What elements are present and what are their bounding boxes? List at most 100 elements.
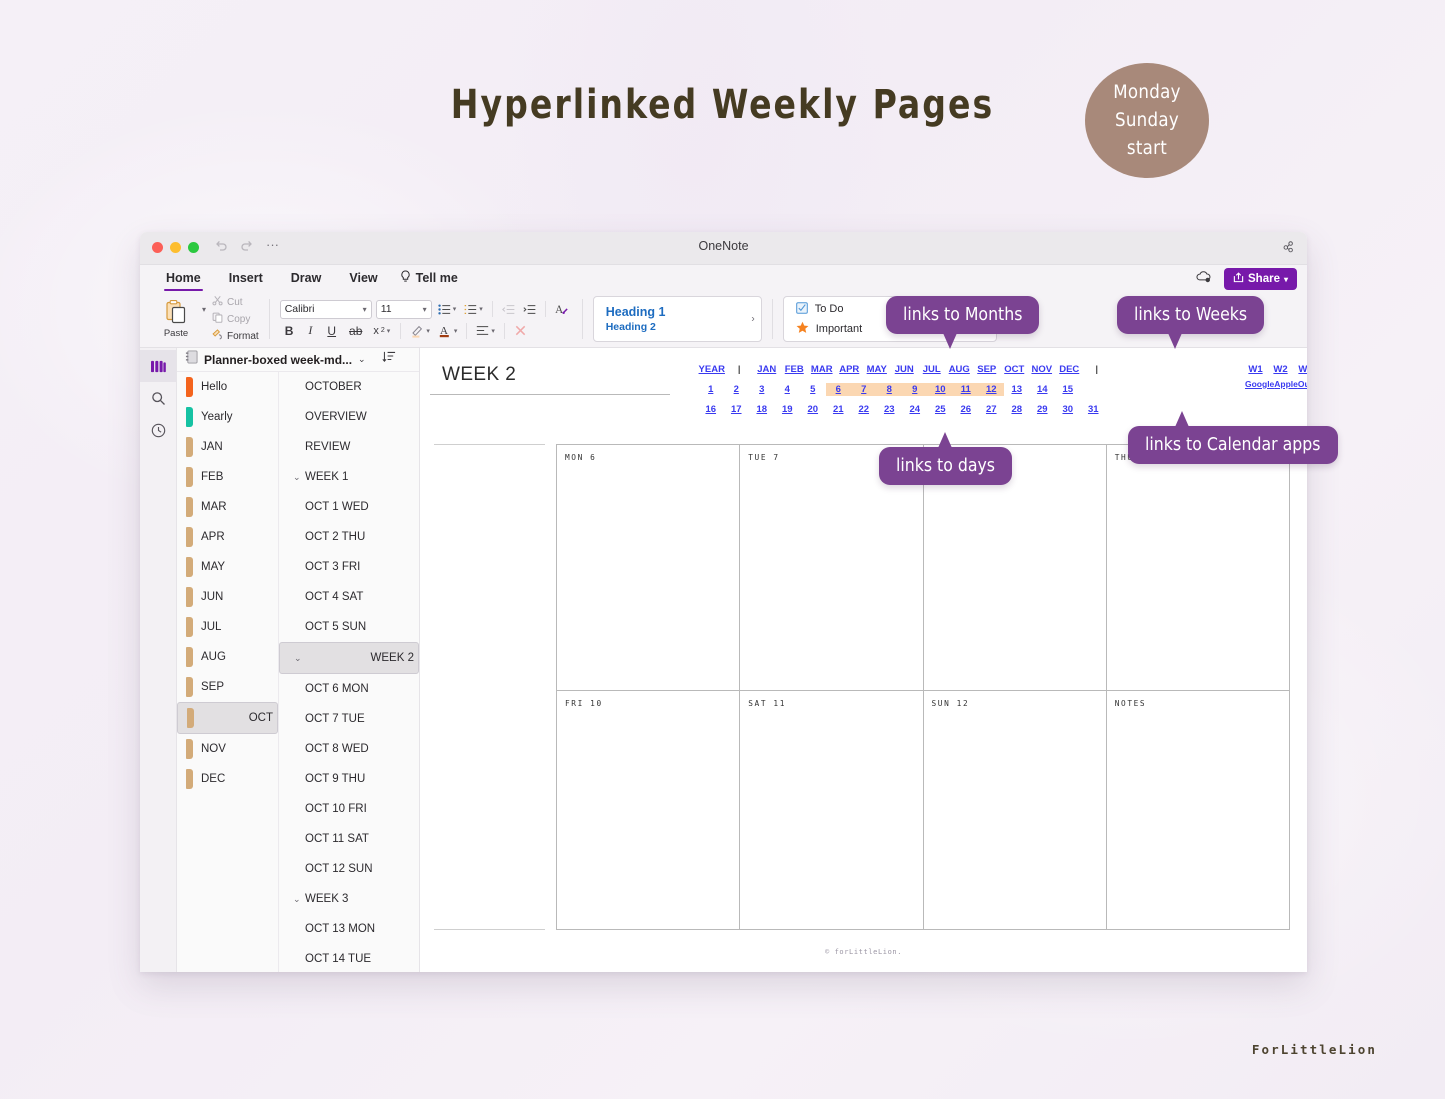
styles-gallery[interactable]: Heading 1 Heading 2 ›: [593, 296, 762, 342]
section-item[interactable]: SEP: [177, 672, 278, 702]
page-item[interactable]: OCT 14 TUE: [279, 944, 419, 972]
nav-month-link[interactable]: AUG: [946, 363, 974, 376]
nav-day-link[interactable]: 10: [928, 383, 954, 396]
section-item[interactable]: MAR: [177, 492, 278, 522]
nav-day-link[interactable]: 8: [877, 383, 903, 396]
tell-me-button[interactable]: Tell me: [392, 270, 458, 286]
nav-month-link[interactable]: YEAR: [698, 363, 726, 376]
style-heading-1[interactable]: Heading 1: [606, 305, 761, 319]
page-item[interactable]: OCT 11 SAT: [279, 824, 419, 854]
bold-button[interactable]: B: [280, 324, 299, 338]
nav-month-link[interactable]: FEB: [781, 363, 809, 376]
page-item[interactable]: OCT 4 SAT: [279, 582, 419, 612]
align-button[interactable]: ▾: [474, 325, 497, 336]
clipboard-actions[interactable]: Cut Copy Format: [212, 295, 259, 343]
nav-day-link[interactable]: 9: [902, 383, 928, 396]
planner-day-cell[interactable]: SUN 12: [924, 691, 1107, 930]
nav-day-link[interactable]: 21: [826, 403, 852, 416]
font-family-select[interactable]: Calibri ▾: [280, 300, 372, 319]
nav-day-link[interactable]: 24: [902, 403, 928, 416]
nav-day-link[interactable]: 30: [1055, 403, 1081, 416]
chevron-down-icon[interactable]: ⌄: [293, 894, 304, 905]
cut-button[interactable]: Cut: [212, 295, 259, 309]
nav-day-link[interactable]: 7: [851, 383, 877, 396]
nav-day-link[interactable]: 12: [979, 383, 1005, 396]
ribbon-tabs[interactable]: Home Insert Draw View Tell me Share ▾: [140, 265, 1307, 291]
nav-day-link[interactable]: 3: [749, 383, 775, 396]
page-item[interactable]: OCT 12 SUN: [279, 854, 419, 884]
nav-day-link[interactable]: 28: [1004, 403, 1030, 416]
nav-day-link[interactable]: 23: [877, 403, 903, 416]
section-item[interactable]: AUG: [177, 642, 278, 672]
page-item[interactable]: ⌄WEEK 3: [279, 884, 419, 914]
nav-day-link[interactable]: 29: [1030, 403, 1056, 416]
tab-home[interactable]: Home: [152, 265, 215, 291]
section-item[interactable]: APR: [177, 522, 278, 552]
font-color-button[interactable]: A ▾: [436, 324, 460, 338]
planner-cells[interactable]: MON 6TUE 7WED 8THU 9FRI 10SAT 11SUN 12NO…: [556, 444, 1290, 930]
nav-week-link[interactable]: W1: [1243, 363, 1268, 376]
page-item[interactable]: OCT 9 THU: [279, 764, 419, 794]
section-item[interactable]: JAN: [177, 432, 278, 462]
page-item[interactable]: OCT 2 THU: [279, 522, 419, 552]
page-list[interactable]: OCTOBEROVERVIEWREVIEW⌄WEEK 1OCT 1 WEDOCT…: [279, 372, 419, 972]
planner-day-cell[interactable]: NOTES: [1107, 691, 1290, 930]
section-item[interactable]: Hello: [177, 372, 278, 402]
chevron-down-icon[interactable]: ⌄: [293, 472, 304, 483]
nav-months-row[interactable]: YEAR|JANFEBMARAPRMAYJUNJULAUGSEPOCTNOVDE…: [698, 359, 1218, 379]
share-area[interactable]: Share ▾: [1195, 268, 1297, 290]
page-item[interactable]: OCT 1 WED: [279, 492, 419, 522]
nav-days-row-1[interactable]: 123456789101112131415: [698, 379, 1218, 399]
section-list[interactable]: HelloYearlyJANFEBMARAPRMAYJUNJULAUGSEPOC…: [177, 372, 279, 972]
page-item[interactable]: OCT 6 MON: [279, 674, 419, 704]
nav-day-link[interactable]: 4: [775, 383, 801, 396]
nav-days-row-2[interactable]: 16171819202122232425262728293031: [698, 399, 1218, 419]
nav-week-link[interactable]: W3: [1293, 363, 1307, 376]
page-item[interactable]: REVIEW: [279, 432, 419, 462]
section-item[interactable]: Yearly: [177, 402, 278, 432]
planner-day-cell[interactable]: MON 6: [557, 445, 740, 691]
nav-day-link[interactable]: 14: [1030, 383, 1056, 396]
search-icon[interactable]: [140, 382, 176, 414]
section-item[interactable]: JUL: [177, 612, 278, 642]
nav-calendar-app-link[interactable]: Google: [1245, 379, 1274, 389]
nav-day-link[interactable]: 19: [775, 403, 801, 416]
notebooks-icon[interactable]: [140, 350, 176, 382]
format-painter-button[interactable]: Format: [212, 329, 259, 343]
tab-draw[interactable]: Draw: [277, 265, 336, 291]
nav-day-link[interactable]: 22: [851, 403, 877, 416]
nav-day-link[interactable]: 13: [1004, 383, 1030, 396]
nav-day-link[interactable]: 1: [698, 383, 724, 396]
nav-day-link[interactable]: 25: [928, 403, 954, 416]
nav-calendar-apps-row[interactable]: GoogleAppleOutlook: [1245, 379, 1307, 389]
page-item[interactable]: OCT 13 MON: [279, 914, 419, 944]
clear-formatting-button[interactable]: A: [553, 303, 572, 316]
section-item[interactable]: NOV: [177, 734, 278, 764]
underline-button[interactable]: U: [322, 324, 341, 338]
page-item[interactable]: OCT 8 WED: [279, 734, 419, 764]
page-item[interactable]: ⌄WEEK 1: [279, 462, 419, 492]
nav-month-link[interactable]: JUN: [891, 363, 919, 376]
cloud-sync-icon[interactable]: [1195, 270, 1212, 288]
section-item[interactable]: MAY: [177, 552, 278, 582]
notebook-header[interactable]: Planner-boxed week-md... ⌄: [177, 348, 419, 372]
planner-day-cell[interactable]: SAT 11: [740, 691, 923, 930]
nav-month-link[interactable]: JAN: [753, 363, 781, 376]
nav-day-link[interactable]: 15: [1055, 383, 1081, 396]
page-item[interactable]: OCT 7 TUE: [279, 704, 419, 734]
people-icon[interactable]: [1281, 240, 1295, 259]
nav-day-link[interactable]: 16: [698, 403, 724, 416]
nav-month-link[interactable]: MAR: [808, 363, 836, 376]
nav-month-link[interactable]: OCT: [1001, 363, 1029, 376]
nav-week-link[interactable]: W2: [1268, 363, 1293, 376]
chevron-down-icon[interactable]: ⌄: [294, 653, 305, 664]
nav-month-link[interactable]: NOV: [1028, 363, 1056, 376]
style-heading-2[interactable]: Heading 2: [606, 321, 761, 333]
remove-formatting-button[interactable]: [512, 324, 529, 337]
copy-button[interactable]: Copy: [212, 312, 259, 326]
paste-dropdown-icon[interactable]: ▾: [202, 305, 206, 314]
planner-day-cell[interactable]: THU 9: [1107, 445, 1290, 691]
nav-day-link[interactable]: 18: [749, 403, 775, 416]
sort-icon[interactable]: [382, 350, 396, 369]
tab-view[interactable]: View: [335, 265, 391, 291]
